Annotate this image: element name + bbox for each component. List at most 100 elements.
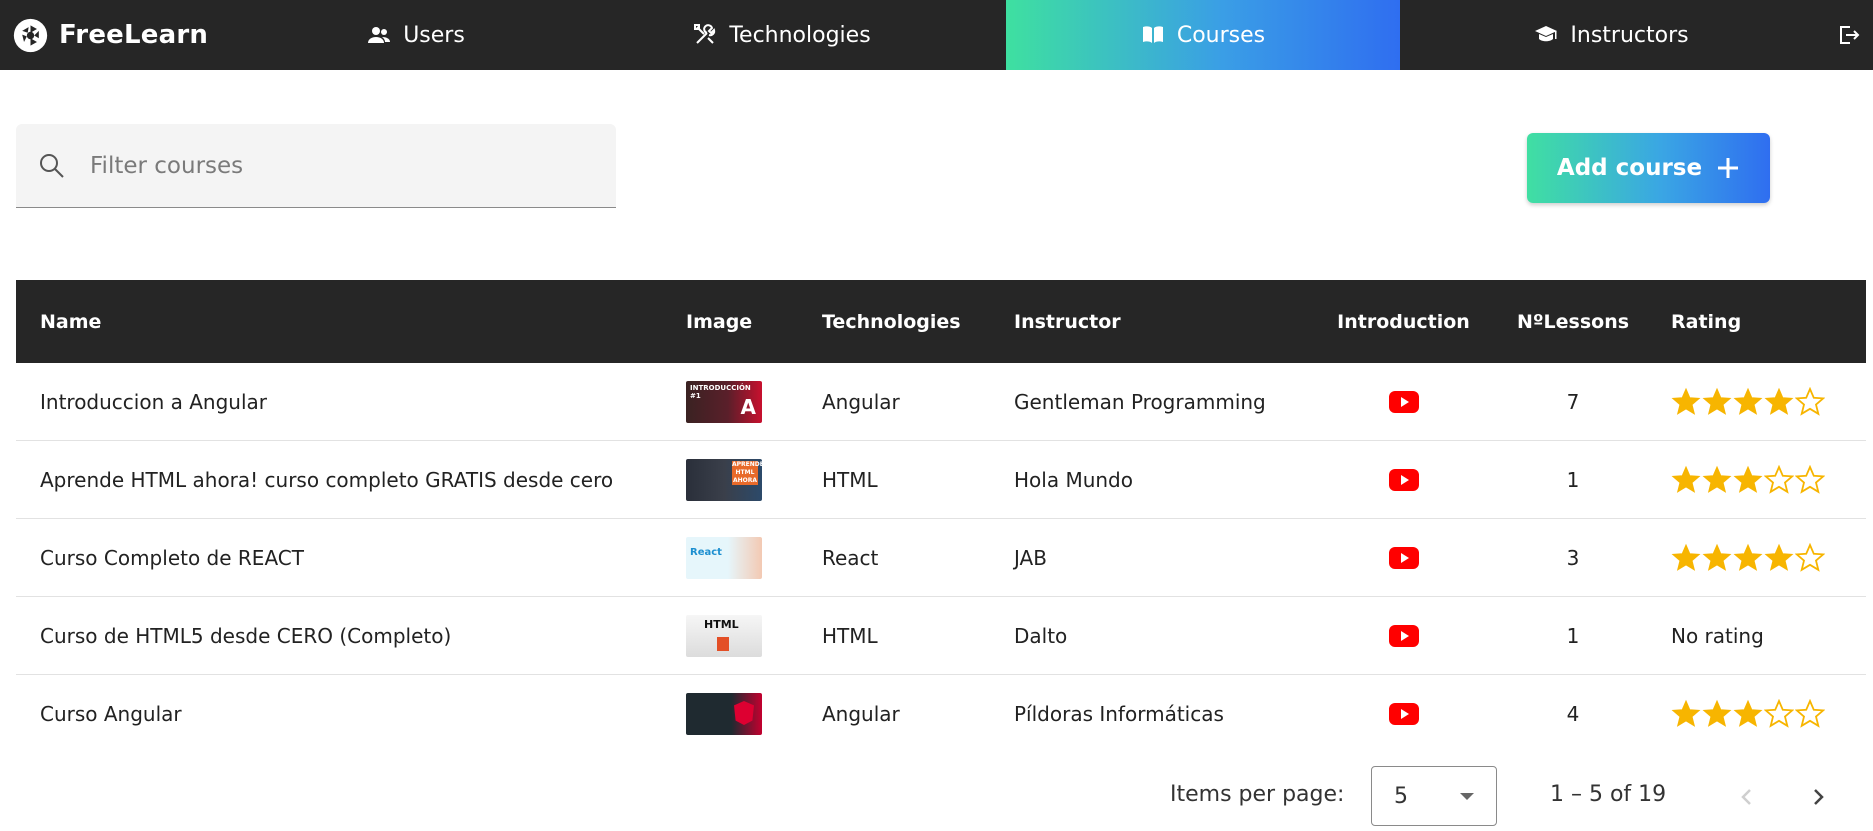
course-name: Curso Completo de REACT — [40, 546, 304, 570]
col-rating-header: Rating — [1671, 310, 1742, 333]
table-row[interactable]: Curso Completo de REACT React React JAB … — [16, 519, 1866, 597]
star-filled-icon — [1733, 465, 1763, 493]
youtube-icon[interactable] — [1388, 547, 1419, 569]
rating-stars — [1671, 465, 1825, 495]
course-thumbnail: APRENDE HTML AHORA — [686, 459, 762, 501]
course-technology: Angular — [822, 702, 900, 726]
plus-icon — [1718, 158, 1739, 178]
brand[interactable]: FreeLearn — [0, 0, 274, 70]
next-page-icon[interactable] — [1806, 782, 1830, 812]
filter-courses-field[interactable] — [16, 124, 616, 208]
search-icon — [40, 153, 64, 178]
course-thumbnail: INTRODUCCIÓN #1 A — [686, 381, 762, 423]
youtube-icon[interactable] — [1388, 469, 1419, 491]
star-filled-icon — [1671, 465, 1701, 493]
paginator: Items per page: 5 1 – 5 of 19 — [0, 766, 1873, 826]
star-filled-icon — [1733, 543, 1763, 571]
rating-text: No rating — [1671, 624, 1764, 648]
star-filled-icon — [1702, 543, 1732, 571]
course-lessons: 3 — [1566, 546, 1580, 570]
course-rating — [1671, 519, 1825, 597]
nav-instructors-label: Instructors — [1570, 22, 1689, 48]
users-icon — [368, 27, 391, 43]
col-introduction-header: Introduction — [1337, 310, 1470, 333]
nav-courses-active[interactable]: Courses — [1006, 0, 1400, 70]
table-row[interactable]: Aprende HTML ahora! curso completo GRATI… — [16, 441, 1866, 519]
nav-technologies[interactable]: Technologies — [558, 0, 1006, 70]
course-technology: HTML — [822, 468, 878, 492]
star-filled-icon — [1764, 543, 1794, 571]
nav-instructors[interactable]: Instructors — [1400, 0, 1823, 70]
youtube-icon[interactable] — [1388, 625, 1419, 647]
star-filled-icon — [1671, 699, 1701, 727]
star-filled-icon — [1702, 465, 1732, 493]
logout-icon — [1840, 26, 1860, 44]
course-rating — [1671, 363, 1825, 441]
star-empty-icon — [1764, 465, 1794, 494]
course-rating: No rating — [1671, 597, 1764, 675]
nav-courses-label: Courses — [1176, 22, 1266, 48]
course-thumbnail — [686, 693, 762, 735]
youtube-icon[interactable] — [1388, 391, 1419, 413]
col-lessons-header: NºLessons — [1516, 310, 1630, 333]
course-name: Curso de HTML5 desde CERO (Completo) — [40, 624, 452, 648]
filter-courses-input[interactable] — [90, 152, 570, 179]
add-course-label: Add course — [1556, 155, 1703, 181]
rating-stars — [1671, 387, 1825, 417]
page-size-select[interactable]: 5 — [1371, 766, 1497, 826]
book-icon — [1142, 26, 1163, 43]
star-filled-icon — [1733, 699, 1763, 727]
course-lessons: 4 — [1566, 702, 1580, 726]
star-filled-icon — [1733, 387, 1763, 415]
course-thumbnail: HTML — [686, 615, 762, 657]
previous-page-icon[interactable] — [1735, 782, 1759, 812]
course-instructor: Hola Mundo — [1014, 468, 1133, 492]
star-filled-icon — [1702, 699, 1732, 727]
star-filled-icon — [1702, 387, 1732, 415]
star-empty-icon — [1795, 465, 1825, 494]
table-row[interactable]: Curso Angular Angular Píldoras Informáti… — [16, 675, 1866, 753]
star-filled-icon — [1671, 543, 1701, 571]
course-thumbnail: React — [686, 537, 762, 579]
course-instructor: Píldoras Informáticas — [1014, 702, 1224, 726]
rating-stars — [1671, 543, 1825, 573]
table-row[interactable]: Curso de HTML5 desde CERO (Completo) HTM… — [16, 597, 1866, 675]
table-header: Name Image Technologies Instructor Intro… — [16, 280, 1866, 363]
nav-technologies-label: Technologies — [729, 22, 871, 48]
rating-stars — [1671, 699, 1825, 729]
top-navbar: FreeLearn Users Technologies Courses Ins… — [0, 0, 1873, 70]
course-lessons: 1 — [1566, 624, 1580, 648]
page-range-label: 1 – 5 of 19 — [1550, 782, 1667, 807]
nav-users-label: Users — [403, 22, 465, 48]
course-rating — [1671, 675, 1825, 753]
star-filled-icon — [1671, 387, 1701, 415]
course-technology: HTML — [822, 624, 878, 648]
brand-name: FreeLearn — [59, 20, 209, 50]
star-filled-icon — [1764, 387, 1794, 415]
courses-table: Name Image Technologies Instructor Intro… — [16, 280, 1866, 753]
star-empty-icon — [1795, 699, 1825, 728]
logout-button[interactable] — [1823, 0, 1873, 70]
add-course-button[interactable]: Add course — [1527, 133, 1770, 203]
course-instructor: Gentleman Programming — [1014, 390, 1266, 414]
items-per-page-label: Items per page: — [1170, 782, 1345, 807]
page-size-value: 5 — [1394, 783, 1408, 809]
star-empty-icon — [1795, 387, 1825, 416]
table-row[interactable]: Introduccion a Angular INTRODUCCIÓN #1 A… — [16, 363, 1866, 441]
col-name-header: Name — [40, 310, 102, 333]
course-technology: Angular — [822, 390, 900, 414]
tools-icon — [694, 24, 716, 44]
course-instructor: JAB — [1014, 546, 1047, 570]
course-lessons: 7 — [1566, 390, 1580, 414]
star-empty-icon — [1764, 699, 1794, 728]
course-name: Curso Angular — [40, 702, 182, 726]
course-technology: React — [822, 546, 879, 570]
nav-users[interactable]: Users — [274, 0, 558, 70]
youtube-icon[interactable] — [1388, 703, 1419, 725]
course-rating — [1671, 441, 1825, 519]
course-name: Aprende HTML ahora! curso completo GRATI… — [40, 468, 614, 492]
col-technologies-header: Technologies — [822, 310, 961, 333]
course-name: Introduccion a Angular — [40, 390, 268, 414]
chevron-down-icon — [1460, 793, 1474, 800]
aperture-logo-icon — [13, 18, 48, 52]
